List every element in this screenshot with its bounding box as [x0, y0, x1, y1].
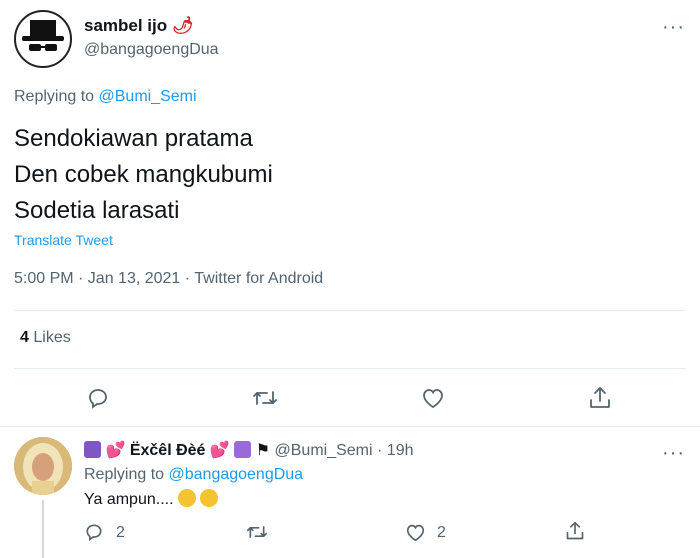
- reply-replying-to-label: Replying to: [84, 466, 165, 483]
- reply-replying-to-link[interactable]: @bangagoengDua: [169, 466, 304, 483]
- divider: [0, 426, 700, 427]
- tweet-text-line: Sendokiawan pratama: [14, 125, 253, 152]
- author-handle[interactable]: @bangagoengDua: [84, 41, 219, 59]
- reply-share-icon[interactable]: [565, 520, 585, 542]
- hearts-emoji-icon: 💕: [105, 442, 126, 459]
- reply-like-icon[interactable]: [405, 523, 426, 542]
- reply-author-avatar[interactable]: [14, 437, 72, 495]
- replying-to-label: Replying to: [14, 88, 95, 105]
- share-icon[interactable]: [588, 385, 612, 411]
- reply-author-line[interactable]: 💕 Ëxčêl Ðèé 💕 ⚑ @Bumi_Semi · 19h: [84, 440, 413, 460]
- divider: [14, 310, 686, 311]
- chili-emoji: 🌶: [171, 16, 194, 35]
- likes-count: 4: [20, 329, 29, 346]
- like-icon[interactable]: [421, 387, 445, 409]
- atom-emoji-icon: [84, 441, 101, 458]
- reply-text: Ya ampun....: [84, 489, 219, 509]
- hearts-emoji-icon: 💕: [209, 442, 230, 459]
- reply-reply-icon[interactable]: [84, 522, 104, 542]
- likes-label: Likes: [33, 329, 71, 346]
- hijab-woman-avatar-icon: [14, 437, 72, 495]
- likes-stat[interactable]: 4 Likes: [20, 329, 71, 347]
- reply-replying-to-line: Replying to @bangagoengDua: [84, 466, 303, 484]
- thread-line: [42, 500, 44, 558]
- reply-reply-count: 2: [116, 524, 125, 541]
- reply-icon[interactable]: [86, 386, 110, 410]
- smile-emoji-icon: [177, 489, 196, 507]
- reply-more-icon[interactable]: ···: [662, 443, 685, 463]
- author-name[interactable]: sambel ijo 🌶: [84, 16, 193, 36]
- replying-to-line: Replying to @Bumi_Semi: [14, 88, 197, 106]
- more-icon[interactable]: ···: [662, 17, 685, 37]
- translate-tweet-link[interactable]: Translate Tweet: [14, 232, 113, 248]
- hat-glasses-avatar-icon: [22, 20, 64, 51]
- divider: [14, 368, 686, 369]
- retweet-icon[interactable]: [252, 386, 278, 410]
- replying-to-link[interactable]: @Bumi_Semi: [99, 88, 197, 105]
- tweet-text: Sendokiawan pratama Den cobek mangkubumi…: [14, 121, 273, 229]
- tweet-text-line: Sodetia larasati: [14, 197, 180, 224]
- yin-yang-emoji-icon: [234, 441, 252, 458]
- reply-text-content: Ya ampun....: [84, 491, 174, 508]
- reply-author-name: Ëxčêl Ðèé: [129, 442, 206, 459]
- reply-time: · 19h: [377, 442, 414, 459]
- tweet-text-line: Den cobek mangkubumi: [14, 161, 273, 188]
- author-avatar[interactable]: [14, 10, 72, 68]
- black-flag-icon: ⚑: [255, 442, 271, 459]
- tweet-timestamp[interactable]: 5:00 PM · Jan 13, 2021 · Twitter for And…: [14, 270, 323, 288]
- reply-like-count: 2: [437, 524, 446, 541]
- reply-author-handle: @Bumi_Semi: [274, 442, 373, 459]
- reply-retweet-icon[interactable]: [246, 522, 268, 542]
- author-name-text: sambel ijo: [84, 16, 168, 35]
- grin-emoji-icon: [200, 489, 219, 507]
